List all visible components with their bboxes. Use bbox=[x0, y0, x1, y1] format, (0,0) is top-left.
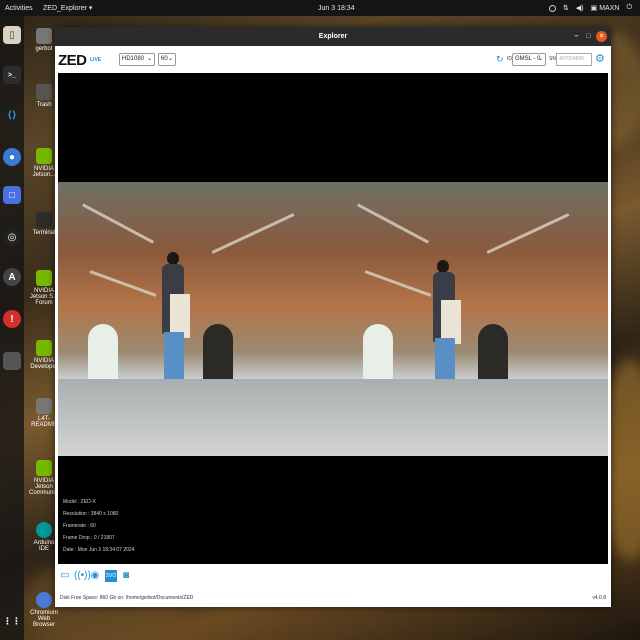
chromium-icon[interactable]: ● bbox=[3, 148, 21, 166]
chromium-icon bbox=[36, 592, 52, 608]
apps-grid-icon[interactable]: ⋮⋮ bbox=[3, 612, 21, 630]
window-titlebar[interactable]: Explorer – □ × bbox=[55, 27, 611, 46]
serial-number-placeholder: 407004896 bbox=[559, 56, 585, 62]
live-indicator: LIVE bbox=[90, 57, 102, 63]
snapshot-icon[interactable]: ◙ bbox=[120, 570, 132, 582]
svo-icon[interactable]: SVO bbox=[105, 570, 117, 582]
balcony bbox=[89, 270, 157, 297]
arduino-icon bbox=[36, 522, 52, 538]
archway bbox=[478, 324, 508, 380]
stream-icon[interactable]: ((•)) bbox=[74, 570, 91, 582]
camera-id-select[interactable]: GMSL - 0 ⌄ bbox=[512, 53, 546, 66]
power-mode-label: MAXN bbox=[599, 5, 620, 12]
system-tray[interactable]: ⇅ ◀) ▣ MAXN ⏻ bbox=[549, 4, 632, 12]
vscode-icon[interactable]: ⟨⟩ bbox=[3, 106, 21, 124]
top-panel: Activities ZED_Explorer ▾ Jun 3 18:34 ⇅ … bbox=[0, 0, 640, 16]
desktop-icon-label: L4T-README bbox=[31, 416, 57, 428]
home-folder-icon bbox=[36, 28, 52, 44]
chevron-down-icon: ⌄ bbox=[146, 56, 152, 62]
info-date: Date : Mon Jun 3 18:34:07 2024 bbox=[63, 547, 135, 553]
maximize-button[interactable]: □ bbox=[583, 31, 594, 42]
software-icon[interactable]: A bbox=[3, 268, 21, 286]
floor bbox=[58, 379, 333, 456]
power-mode-indicator[interactable]: ▣ MAXN bbox=[591, 4, 620, 12]
left-camera-view bbox=[58, 182, 333, 456]
desktop-icon-label: Chromium Web Browser bbox=[30, 610, 58, 628]
dock: ▯ >_ ⟨⟩ ● □ ◎ A ! ⋮⋮ bbox=[0, 16, 24, 640]
refresh-icon[interactable]: ↻ bbox=[496, 54, 506, 64]
nvidia-icon bbox=[36, 270, 52, 286]
desktop-icon-label: NVIDIA Jetson S... Forum bbox=[29, 288, 59, 306]
trash-icon bbox=[36, 84, 52, 100]
archway bbox=[88, 324, 118, 380]
chevron-down-icon: ⌄ bbox=[167, 56, 173, 62]
chevron-down-icon: ⌄ bbox=[537, 56, 543, 62]
floor bbox=[333, 379, 608, 456]
disk-free-space: Disk Free Space: 860 Gb on: /home/gerbot… bbox=[60, 595, 194, 601]
serial-number-field[interactable]: 407004896 bbox=[556, 53, 592, 66]
update-icon[interactable] bbox=[549, 4, 557, 12]
archway bbox=[363, 324, 393, 380]
settings-menu-icon[interactable]: ⏻ bbox=[626, 4, 632, 12]
nvidia-icon bbox=[36, 340, 52, 356]
balcony bbox=[486, 213, 570, 254]
desktop-icon-label: Arduino IDE bbox=[33, 540, 55, 552]
minimize-button[interactable]: – bbox=[571, 31, 582, 42]
window-title: Explorer bbox=[318, 33, 348, 40]
right-camera-view bbox=[333, 182, 608, 456]
video-viewer[interactable]: Model : ZED-X Resolution : 3840 x 1080 F… bbox=[58, 73, 608, 564]
toolbar: ZED LIVE HD1080 ⌄ 60 ⌄ ↻ ID GMSL - 0 ⌄ S… bbox=[55, 46, 611, 73]
sn-label: SN bbox=[549, 56, 556, 62]
clock[interactable]: Jun 3 18:34 bbox=[318, 5, 355, 12]
explorer-window: Explorer – □ × ZED LIVE HD1080 ⌄ 60 ⌄ ↻ … bbox=[55, 27, 611, 607]
record-icon[interactable]: ◉ bbox=[89, 570, 101, 582]
balcony bbox=[356, 203, 430, 244]
terminal-icon[interactable]: >_ bbox=[3, 66, 21, 84]
fps-select[interactable]: 60 ⌄ bbox=[158, 53, 176, 66]
version-label: v4.0.8 bbox=[592, 595, 606, 601]
active-app-icon[interactable] bbox=[3, 352, 21, 370]
volume-icon[interactable]: ◀) bbox=[576, 4, 584, 12]
app-menu[interactable]: ZED_Explorer ▾ bbox=[43, 4, 92, 12]
desktop-icon-label: Terminal bbox=[32, 230, 56, 236]
obs-icon[interactable]: ◎ bbox=[3, 228, 21, 246]
activities-button[interactable]: Activities bbox=[5, 5, 33, 12]
terminal-icon bbox=[36, 212, 52, 228]
camera-id-value: GMSL - 0 bbox=[515, 56, 541, 62]
desktop-icon-label: gerbot bbox=[35, 46, 53, 52]
drive-icon bbox=[36, 398, 52, 414]
folder-icon[interactable]: ▭ bbox=[59, 570, 71, 582]
archway bbox=[203, 324, 233, 380]
close-button[interactable]: × bbox=[596, 31, 607, 42]
nvidia-icon bbox=[36, 148, 52, 164]
balcony bbox=[81, 203, 155, 244]
info-framerate: Framerate : 60 bbox=[63, 523, 96, 529]
gear-icon[interactable]: ⚙ bbox=[595, 53, 607, 65]
info-frame-drop: Frame Drop : 0 / 21807 bbox=[63, 535, 115, 541]
desktop-icon-label: NVIDIA Jetson... bbox=[32, 166, 56, 178]
camera-info-overlay: Model : ZED-X Resolution : 3840 x 1080 F… bbox=[63, 496, 134, 556]
zed-logo: ZED bbox=[58, 52, 87, 69]
resolution-select[interactable]: HD1080 ⌄ bbox=[119, 53, 155, 66]
power-mode-icon: ▣ bbox=[590, 5, 598, 12]
info-model: Model : ZED-X bbox=[63, 499, 96, 505]
resolution-value: HD1080 bbox=[122, 56, 145, 62]
help-icon[interactable]: ! bbox=[3, 310, 21, 328]
balcony bbox=[364, 270, 432, 297]
network-icon[interactable]: ⇅ bbox=[563, 4, 569, 12]
nvidia-icon bbox=[36, 460, 52, 476]
fps-value: 60 bbox=[161, 56, 168, 62]
desktop-icon-label: Trash bbox=[36, 102, 52, 108]
bottom-toolbar: ▭ ((•)) ◉ SVO ◙ Disk Free Space: 860 Gb … bbox=[55, 564, 611, 607]
info-resolution: Resolution : 3840 x 1080 bbox=[63, 511, 119, 517]
screenshot-icon[interactable]: □ bbox=[3, 186, 21, 204]
balcony bbox=[211, 213, 295, 254]
desktop-icon-label: NVIDIA Developer bbox=[30, 358, 58, 370]
files-icon[interactable]: ▯ bbox=[3, 26, 21, 44]
